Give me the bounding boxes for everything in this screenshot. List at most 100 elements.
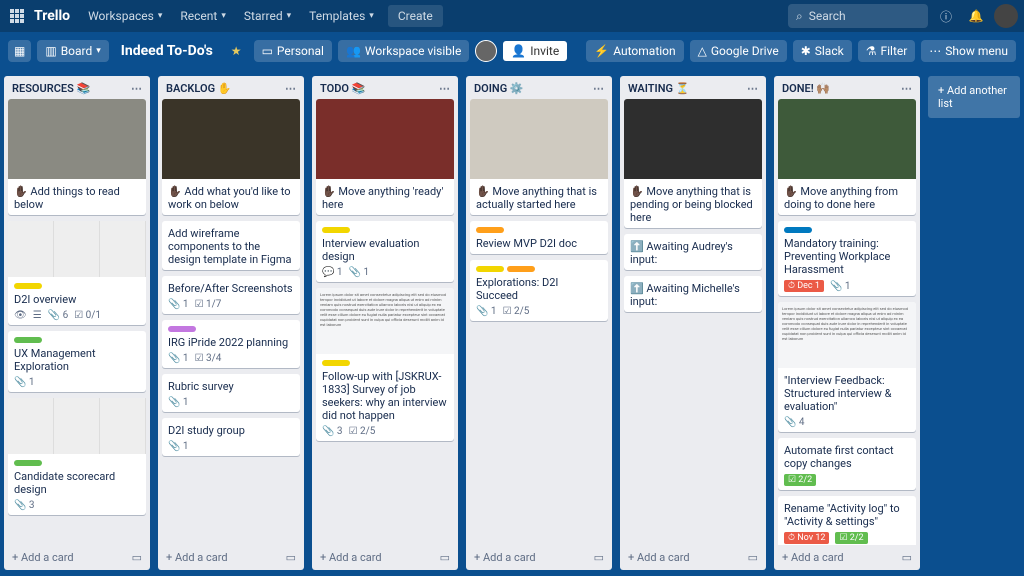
card[interactable]: ✋🏿 Add things to read below xyxy=(8,99,146,215)
member-avatar[interactable] xyxy=(475,40,497,62)
card[interactable]: Explorations: D2I Succeed📎 1☑ 2/5 xyxy=(470,260,608,321)
card-title: ✋🏿 Add what you'd like to work on below xyxy=(168,185,294,211)
list-menu-icon[interactable]: ⋯ xyxy=(901,82,912,95)
card[interactable]: Review MVP D2I doc xyxy=(470,221,608,254)
list-title[interactable]: WAITING ⏳ xyxy=(628,82,689,95)
attachment-badge: 📎 6 xyxy=(48,310,69,321)
card[interactable]: ✋🏿 Move anything that is pending or bein… xyxy=(624,99,762,228)
list-title[interactable]: DONE! 🙌🏽 xyxy=(782,82,830,95)
add-card-button[interactable]: + Add a card ▭ xyxy=(466,545,612,570)
template-icon[interactable]: ▭ xyxy=(748,551,758,564)
menu-workspaces[interactable]: Workspaces▾ xyxy=(80,5,170,27)
list-menu-icon[interactable]: ⋯ xyxy=(747,82,758,95)
card-label[interactable] xyxy=(14,283,42,289)
card[interactable]: Before/After Screenshots📎 1☑ 1/7 xyxy=(162,276,300,314)
list-menu-icon[interactable]: ⋯ xyxy=(439,82,450,95)
add-card-button[interactable]: + Add a card ▭ xyxy=(774,545,920,570)
menu-templates[interactable]: Templates▾ xyxy=(301,5,382,27)
card[interactable]: Add wireframe components to the design t… xyxy=(162,221,300,270)
invite-button[interactable]: 👤Invite xyxy=(503,41,567,61)
card-label[interactable] xyxy=(322,227,350,233)
notifications-icon[interactable]: 🔔 xyxy=(964,4,988,28)
list-title[interactable]: RESOURCES 📚 xyxy=(12,82,90,95)
card[interactable]: ✋🏿 Move anything that is actually starte… xyxy=(470,99,608,215)
user-avatar[interactable] xyxy=(994,4,1018,28)
add-card-button[interactable]: + Add a card ▭ xyxy=(312,545,458,570)
list-menu-icon[interactable]: ⋯ xyxy=(285,82,296,95)
card-label[interactable] xyxy=(476,227,504,233)
visibility-button[interactable]: 👥Workspace visible xyxy=(338,40,469,62)
show-menu-button[interactable]: ⋯Show menu xyxy=(921,40,1016,62)
card[interactable]: Automate first contact copy changes☑ 2/2 xyxy=(778,438,916,490)
card[interactable]: D2I overview👁☰📎 6☑ 0/1 xyxy=(8,221,146,325)
menu-recent[interactable]: Recent▾ xyxy=(172,5,234,27)
list-header: DONE! 🙌🏽 ⋯ xyxy=(774,76,920,99)
filter-button[interactable]: ⚗Filter xyxy=(858,40,916,62)
card-cover xyxy=(316,99,454,179)
card-label[interactable] xyxy=(476,266,504,272)
slack-button[interactable]: ✱Slack xyxy=(793,40,852,62)
card[interactable]: ✋🏿 Add what you'd like to work on below xyxy=(162,99,300,215)
card-title: Mandatory training: Preventing Workplace… xyxy=(784,237,910,276)
trello-logo[interactable]: Trello xyxy=(34,8,70,24)
card[interactable]: Interview evaluation design💬 1📎 1 xyxy=(316,221,454,282)
card-label[interactable] xyxy=(784,227,812,233)
card-title: ✋🏿 Move anything from doing to done here xyxy=(784,185,910,211)
card[interactable]: Rubric survey📎 1 xyxy=(162,374,300,412)
template-icon[interactable]: ▭ xyxy=(132,551,142,564)
google-drive-button[interactable]: △Google Drive xyxy=(690,40,787,62)
card[interactable]: ⬆️ Awaiting Michelle's input: xyxy=(624,276,762,312)
list-title[interactable]: BACKLOG ✋ xyxy=(166,82,232,95)
automation-button[interactable]: ⚡Automation xyxy=(586,40,683,62)
attachment-badge: 📎 4 xyxy=(784,417,805,428)
card[interactable]: ✋🏿 Move anything from doing to done here xyxy=(778,99,916,215)
attachment-badge: 📎 3 xyxy=(14,500,35,511)
card[interactable]: ⬆️ Awaiting Audrey's input: xyxy=(624,234,762,270)
card-image: Lorem ipsum dolor sit amet consectetur a… xyxy=(778,302,916,368)
board-canvas[interactable]: RESOURCES 📚 ⋯ ✋🏿 Add things to read belo… xyxy=(0,70,1024,576)
card-label[interactable] xyxy=(168,326,196,332)
card-label[interactable] xyxy=(14,337,42,343)
add-card-button[interactable]: + Add a card ▭ xyxy=(4,545,150,570)
checklist-badge: ☑ 2/5 xyxy=(349,426,376,437)
card-label[interactable] xyxy=(322,360,350,366)
template-icon[interactable]: ▭ xyxy=(594,551,604,564)
card[interactable]: Lorem ipsum dolor sit amet consectetur a… xyxy=(778,302,916,432)
attachment-badge: 📎 1 xyxy=(830,281,851,292)
add-list-button[interactable]: + Add another list xyxy=(928,76,1020,118)
attachment-badge: 📎 1 xyxy=(168,441,189,452)
card[interactable]: Rename "Activity log" to "Activity & set… xyxy=(778,496,916,545)
star-icon[interactable]: ★ xyxy=(225,44,248,58)
list-title[interactable]: TODO 📚 xyxy=(320,82,365,95)
template-icon[interactable]: ▭ xyxy=(286,551,296,564)
card[interactable]: ✋🏿 Move anything 'ready' here xyxy=(316,99,454,215)
info-icon[interactable]: ⓘ xyxy=(934,4,958,28)
card-title: Follow-up with [JSKRUX-1833] Survey of j… xyxy=(322,370,448,422)
card-label[interactable] xyxy=(507,266,535,272)
list-menu-icon[interactable]: ⋯ xyxy=(593,82,604,95)
list-title[interactable]: DOING ⚙️ xyxy=(474,82,524,95)
list-menu-icon[interactable]: ⋯ xyxy=(131,82,142,95)
search-placeholder: Search xyxy=(809,9,846,23)
create-button[interactable]: Create xyxy=(388,5,443,27)
card[interactable]: Candidate scorecard design📎 3 xyxy=(8,398,146,515)
card[interactable]: Mandatory training: Preventing Workplace… xyxy=(778,221,916,296)
menu-starred[interactable]: Starred▾ xyxy=(236,5,299,27)
board-nav-icon[interactable]: ▦ xyxy=(8,40,31,62)
add-card-button[interactable]: + Add a card ▭ xyxy=(158,545,304,570)
add-card-button[interactable]: + Add a card ▭ xyxy=(620,545,766,570)
template-icon[interactable]: ▭ xyxy=(902,551,912,564)
search-input[interactable]: ⌕ Search xyxy=(788,4,928,28)
card-label[interactable] xyxy=(14,460,42,466)
card-title: ✋🏿 Move anything that is actually starte… xyxy=(476,185,602,211)
card[interactable]: UX Management Exploration📎 1 xyxy=(8,331,146,392)
board-view-button[interactable]: ▥Board▾ xyxy=(37,40,108,62)
card[interactable]: D2I study group📎 1 xyxy=(162,418,300,456)
bolt-icon: ⚡ xyxy=(594,44,609,58)
personal-button[interactable]: ▭Personal xyxy=(254,40,332,62)
board-title[interactable]: Indeed To-Do's xyxy=(115,43,219,59)
card[interactable]: IRG iPride 2022 planning📎 1☑ 3/4 xyxy=(162,320,300,368)
template-icon[interactable]: ▭ xyxy=(440,551,450,564)
apps-icon[interactable] xyxy=(10,9,24,23)
card[interactable]: Lorem ipsum dolor sit amet consectetur a… xyxy=(316,288,454,441)
